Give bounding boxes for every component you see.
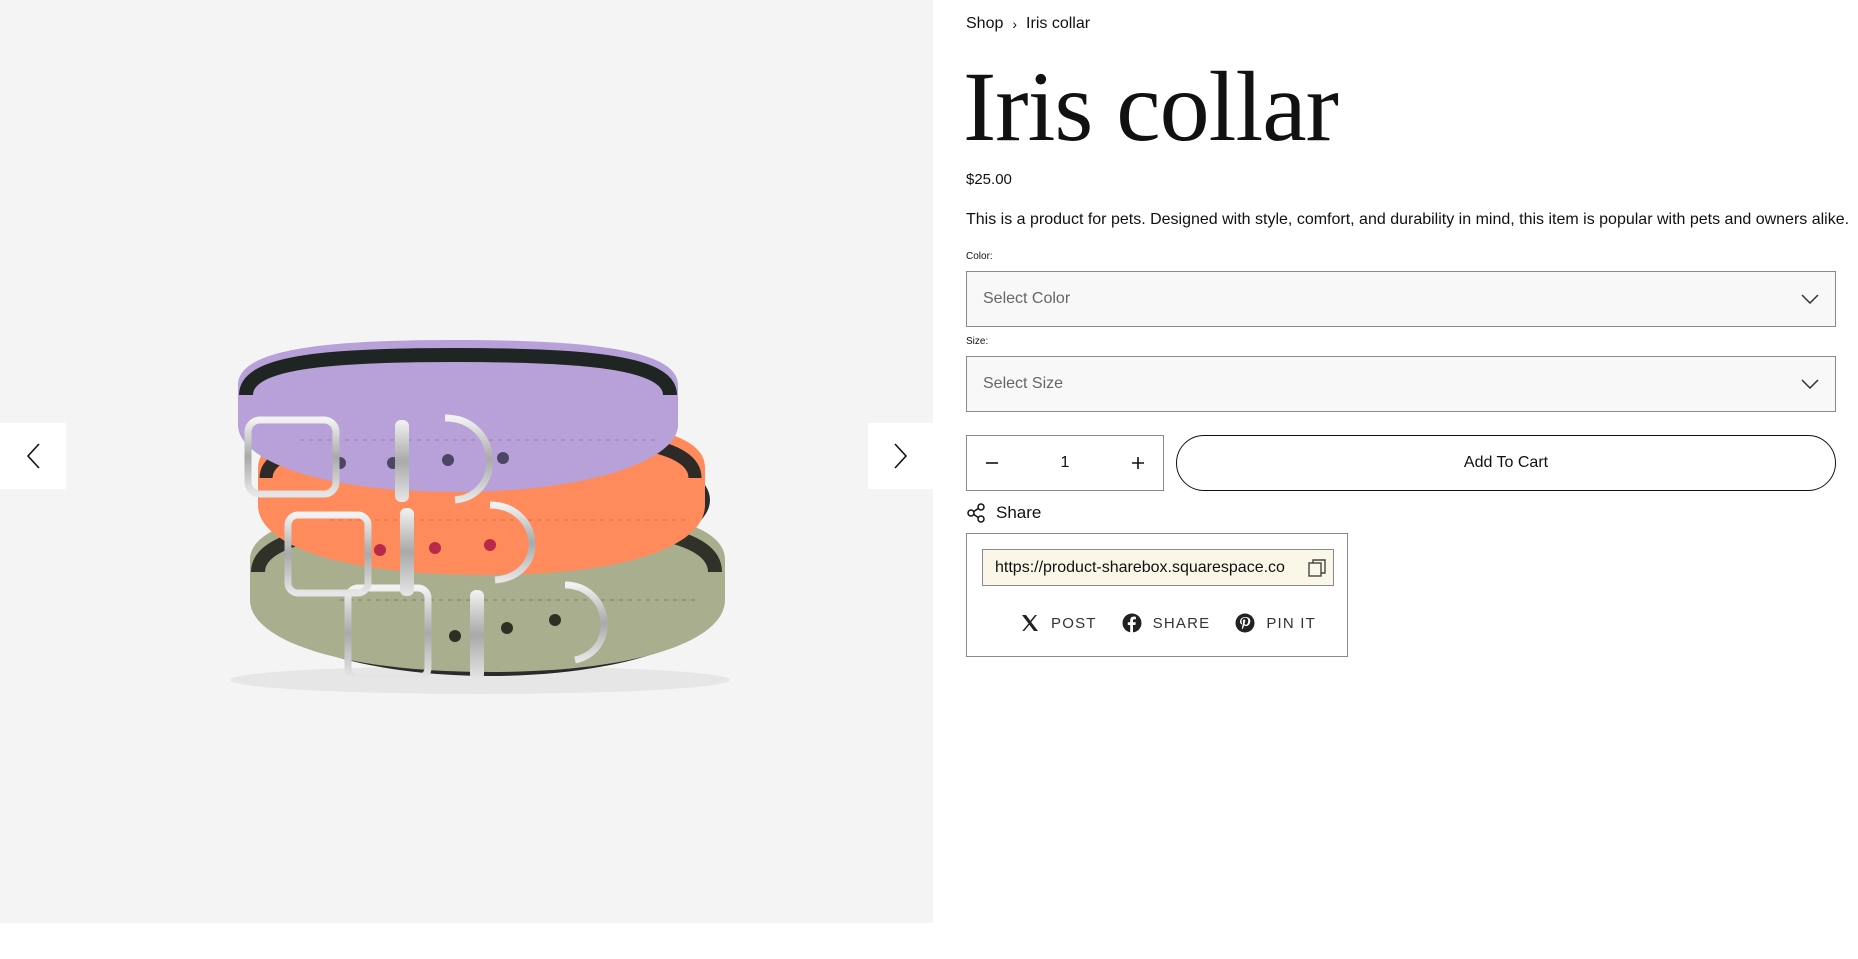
chevron-left-icon bbox=[26, 443, 40, 469]
breadcrumb-current-link[interactable]: Iris collar bbox=[1026, 14, 1090, 34]
pinterest-icon bbox=[1234, 612, 1256, 634]
color-select-value: Select Color bbox=[983, 290, 1071, 307]
copy-icon[interactable] bbox=[1307, 558, 1327, 578]
product-title: Iris collar bbox=[963, 51, 1339, 162]
quantity-decrease-button[interactable] bbox=[967, 436, 1017, 490]
share-toggle-label: Share bbox=[996, 503, 1042, 522]
size-select-value: Select Size bbox=[983, 375, 1064, 392]
product-description: This is a product for pets. Designed wit… bbox=[966, 211, 1850, 228]
product-gallery bbox=[0, 0, 933, 923]
share-toggle[interactable]: Share bbox=[966, 502, 1041, 524]
minus-icon bbox=[986, 462, 998, 464]
quantity-increase-button[interactable] bbox=[1113, 436, 1163, 490]
chevron-down-icon bbox=[1801, 294, 1819, 304]
share-link-pinterest[interactable]: PIN IT bbox=[1234, 612, 1316, 634]
breadcrumb: Shop › Iris collar bbox=[966, 14, 1090, 34]
share-url-field bbox=[982, 549, 1334, 586]
color-select[interactable]: Select Color bbox=[966, 271, 1836, 327]
product-details: Shop › Iris collar Iris collar $25.00 Th… bbox=[963, 0, 1849, 923]
share-url-input[interactable] bbox=[995, 558, 1300, 577]
quantity-value[interactable]: 1 bbox=[1017, 454, 1113, 472]
add-to-cart-button[interactable]: Add To Cart bbox=[1176, 435, 1836, 491]
breadcrumb-separator: › bbox=[1012, 16, 1018, 32]
plus-icon bbox=[1132, 457, 1144, 469]
gallery-prev-button[interactable] bbox=[0, 423, 66, 489]
size-label: Size: bbox=[966, 336, 989, 347]
share-link-facebook-label: SHARE bbox=[1152, 614, 1211, 632]
product-image bbox=[230, 340, 730, 694]
share-icon bbox=[966, 502, 988, 524]
gallery-next-button[interactable] bbox=[868, 423, 933, 489]
share-link-facebook[interactable]: SHARE bbox=[1121, 612, 1211, 634]
size-select[interactable]: Select Size bbox=[966, 356, 1836, 412]
share-box: POST SHARE bbox=[966, 533, 1348, 657]
chevron-right-icon bbox=[894, 443, 908, 469]
product-page: Shop › Iris collar Iris collar $25.00 Th… bbox=[0, 0, 1858, 959]
chevron-down-icon bbox=[1801, 379, 1819, 389]
share-link-x[interactable]: POST bbox=[1019, 612, 1097, 634]
share-link-pinterest-label: PIN IT bbox=[1266, 614, 1317, 632]
facebook-icon bbox=[1121, 612, 1143, 634]
product-price: $25.00 bbox=[966, 171, 1012, 188]
color-label: Color: bbox=[966, 251, 993, 262]
breadcrumb-shop-link[interactable]: Shop bbox=[966, 14, 1003, 34]
quantity-stepper: 1 bbox=[966, 435, 1164, 491]
share-link-x-label: POST bbox=[1051, 614, 1097, 632]
share-links: POST SHARE PIN IT bbox=[1019, 612, 1340, 634]
x-icon bbox=[1019, 612, 1041, 634]
